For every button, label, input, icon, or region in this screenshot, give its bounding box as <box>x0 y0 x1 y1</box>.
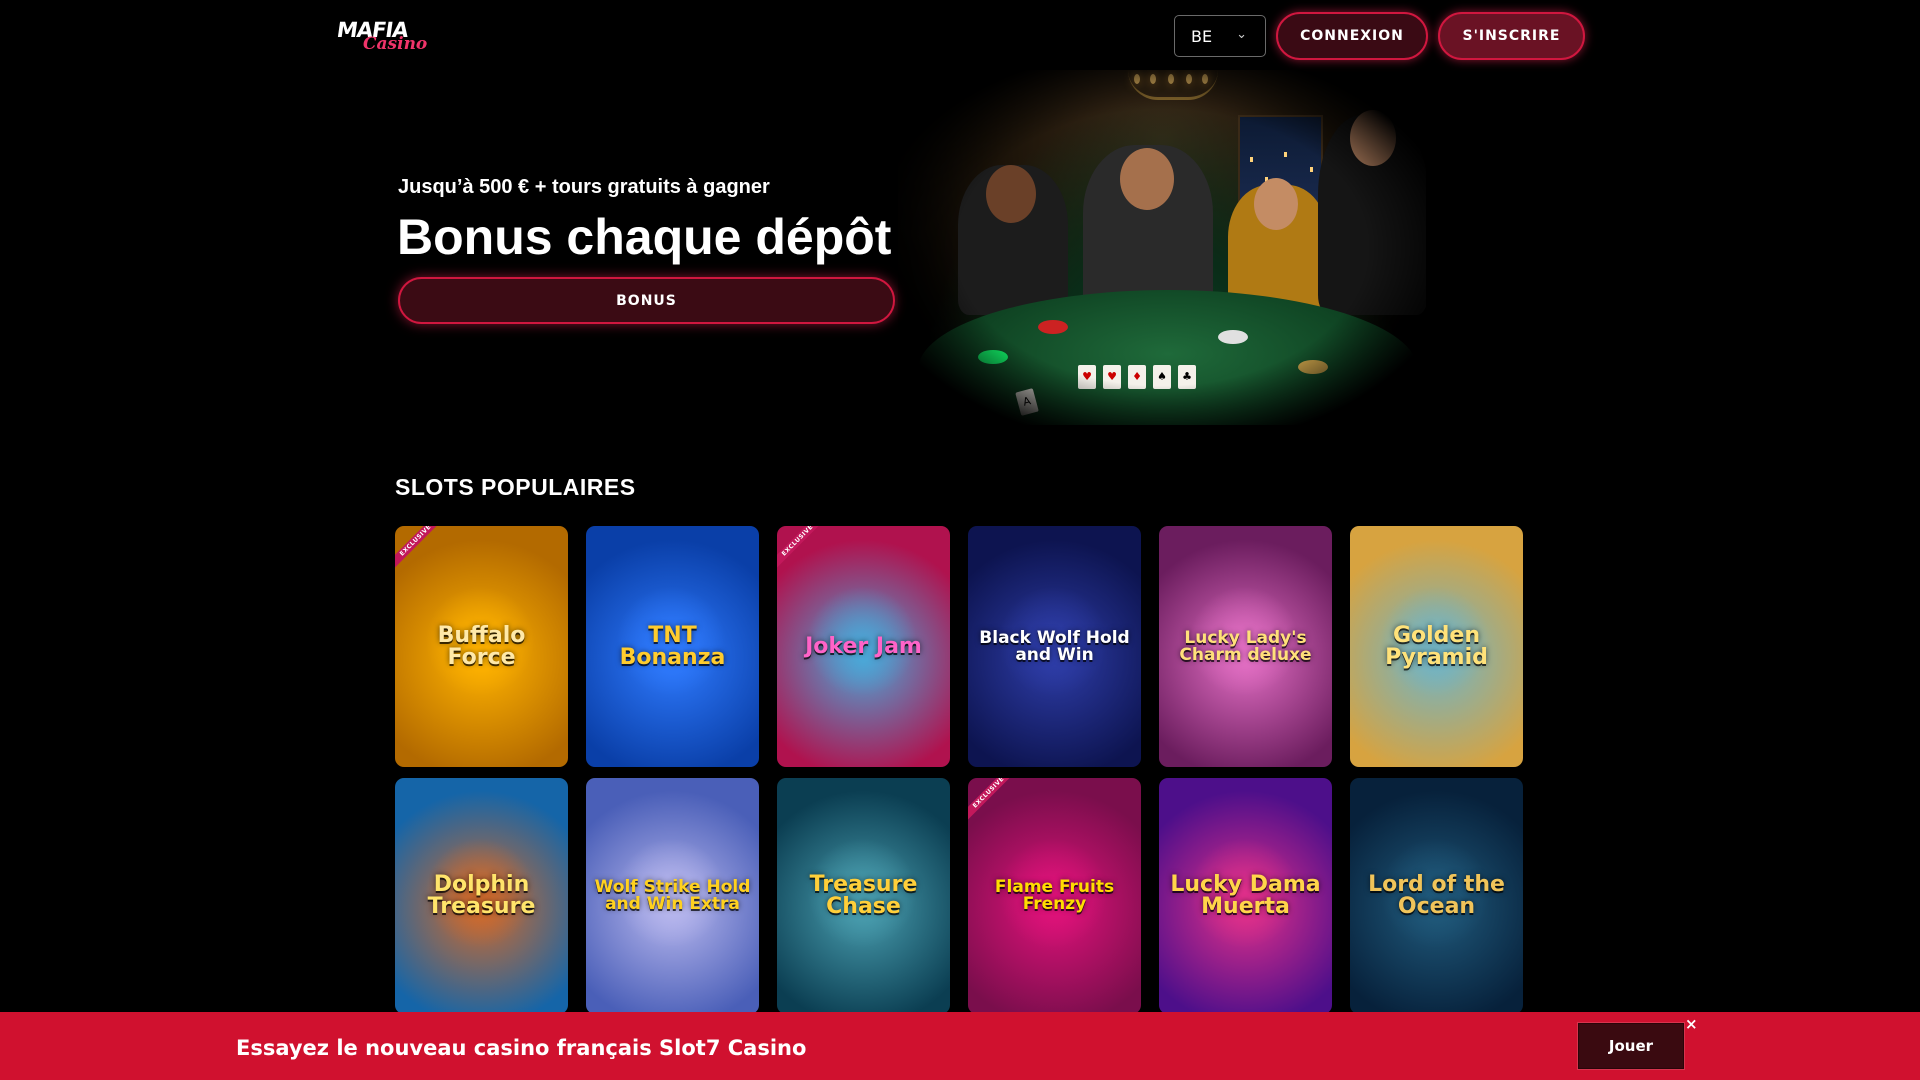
slot-tile-flame-fruits-frenzy[interactable]: Flame Fruits Frenzy EXCLUSIVE <box>968 778 1141 1014</box>
popular-slots-heading: SLOTS POPULAIRES <box>395 474 636 500</box>
language-select[interactable]: BE ⌄ <box>1174 15 1266 57</box>
hero-mafia-poker-image: ♥ ♥ ♦ ♠ ♣ A <box>898 70 1426 425</box>
register-button[interactable]: S'INSCRIRE <box>1438 12 1585 60</box>
slot-tile-treasure-chase[interactable]: Treasure Chase <box>777 778 950 1014</box>
slot-tile-golden-pyramid[interactable]: Golden Pyramid <box>1350 526 1523 767</box>
slot-tile-black-wolf-hold-and-win[interactable]: Black Wolf Hold and Win <box>968 526 1141 767</box>
slot-title: Dolphin Treasure <box>427 872 536 919</box>
slot-title: Lord of the Ocean <box>1368 872 1505 919</box>
slot-title: Golden Pyramid <box>1385 622 1488 670</box>
language-value: BE <box>1191 26 1213 46</box>
close-icon[interactable]: × <box>1685 1015 1698 1033</box>
promo-banner: Essayez le nouveau casino français Slot7… <box>0 1012 1920 1080</box>
slot-title: Wolf Strike Hold and Win Extra <box>594 877 751 914</box>
mafia-casino-logo[interactable]: MAFIA Casino <box>335 18 427 56</box>
slot-tile-lord-of-the-ocean[interactable]: Lord of the Ocean <box>1350 778 1523 1014</box>
slot-tile-joker-jam[interactable]: Joker Jam EXCLUSIVE <box>777 526 950 767</box>
chandelier-graphic <box>1128 70 1218 100</box>
slot-tile-buffalo-force[interactable]: Buffalo Force EXCLUSIVE <box>395 526 568 767</box>
mafia-head-2 <box>1120 148 1174 210</box>
mafia-head-3 <box>1254 178 1298 230</box>
slot-title: TNT Bonanza <box>619 622 726 670</box>
bonus-button[interactable]: BONUS <box>398 277 895 324</box>
slot-title: Treasure Chase <box>809 872 918 919</box>
hero-subtitle: Jusqu’à 500 € + tours gratuits à gagner <box>398 176 770 198</box>
promo-text: Essayez le nouveau casino français Slot7… <box>236 1036 807 1060</box>
mafia-head-1 <box>986 165 1036 223</box>
chevron-down-icon: ⌄ <box>1236 27 1247 42</box>
exclusive-badge: EXCLUSIVE <box>968 778 1022 826</box>
slot-title: Lucky Lady's Charm deluxe <box>1179 627 1312 665</box>
slot-tile-wolf-strike-hold-and-win-extra[interactable]: Wolf Strike Hold and Win Extra <box>586 778 759 1014</box>
slot-tile-lucky-dama-muerta[interactable]: Lucky Dama Muerta <box>1159 778 1332 1014</box>
slot-tile-lucky-lady-s-charm-deluxe[interactable]: Lucky Lady's Charm deluxe <box>1159 526 1332 767</box>
slot-title: Buffalo Force <box>437 622 526 670</box>
logo-script: Casino <box>363 34 428 54</box>
slot-tile-dolphin-treasure[interactable]: Dolphin Treasure <box>395 778 568 1014</box>
slot-tile-tnt-bonanza[interactable]: TNT Bonanza <box>586 526 759 767</box>
site-header: MAFIA Casino BE ⌄ CONNEXION S'INSCRIRE <box>0 0 1920 70</box>
slot-title: Lucky Dama Muerta <box>1170 872 1321 919</box>
login-button[interactable]: CONNEXION <box>1276 12 1428 60</box>
slot-title: Joker Jam <box>805 633 922 659</box>
slot-title: Flame Fruits Frenzy <box>994 877 1115 914</box>
slot-title: Black Wolf Hold and Win <box>979 627 1130 665</box>
exclusive-badge: EXCLUSIVE <box>777 526 831 574</box>
hero-title: Bonus chaque dépôt <box>397 209 892 265</box>
mafia-head-4 <box>1350 110 1396 166</box>
promo-play-button[interactable]: Jouer <box>1578 1023 1684 1069</box>
exclusive-badge: EXCLUSIVE <box>395 526 449 574</box>
